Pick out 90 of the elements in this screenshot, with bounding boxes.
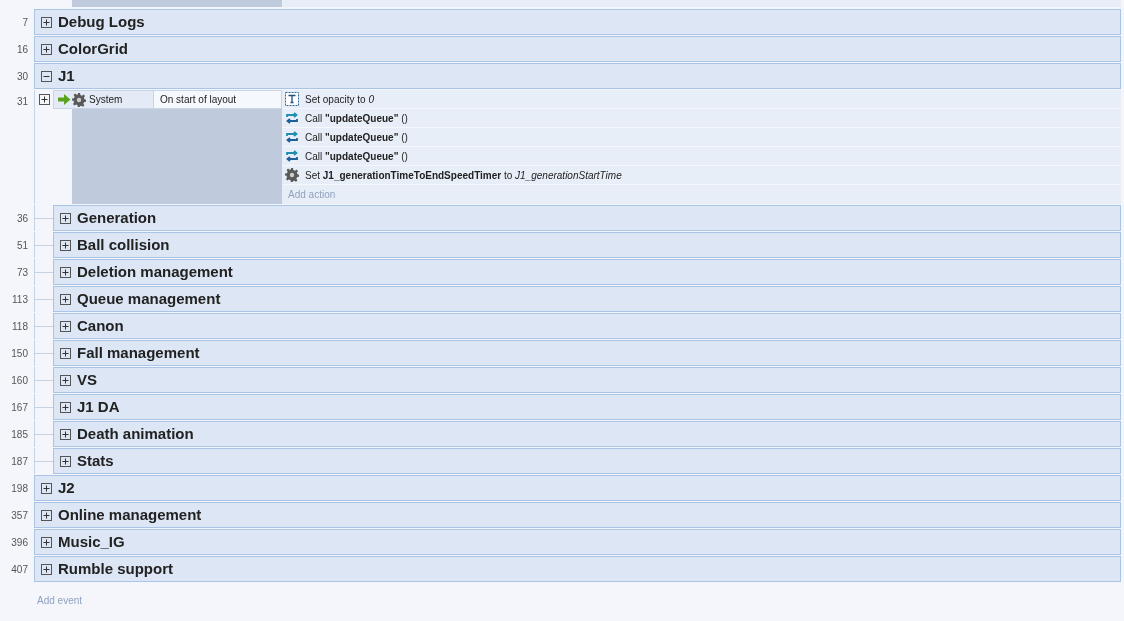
- group-title: Online management: [58, 504, 202, 525]
- expand-icon[interactable]: [41, 43, 52, 55]
- group-header[interactable]: ColorGrid: [34, 36, 1121, 62]
- group-title: J1: [58, 65, 75, 86]
- group-header[interactable]: J2: [34, 475, 1121, 501]
- group-title: Rumble support: [58, 558, 173, 579]
- expand-icon[interactable]: [60, 428, 71, 440]
- expand-icon[interactable]: [60, 455, 71, 467]
- group-title: Death animation: [77, 423, 194, 444]
- expand-icon[interactable]: [60, 293, 71, 305]
- action-row[interactable]: Call "updateQueue" (): [282, 147, 1121, 166]
- group-title: Generation: [77, 207, 157, 228]
- expand-icon[interactable]: [60, 266, 71, 278]
- group-header[interactable]: Deletion management: [53, 259, 1121, 285]
- group-header[interactable]: Generation: [53, 205, 1121, 231]
- group-title: VS: [77, 369, 97, 390]
- action-text: Call "updateQueue" (): [305, 111, 408, 126]
- group-header[interactable]: VS: [53, 367, 1121, 393]
- group-title: Music_IG: [58, 531, 125, 552]
- expand-icon[interactable]: [38, 94, 50, 105]
- group-header[interactable]: Online management: [34, 502, 1121, 528]
- expand-icon[interactable]: [41, 536, 52, 548]
- condition-text: On start of layout: [154, 91, 281, 108]
- group-title: Stats: [77, 450, 114, 471]
- group-header[interactable]: Queue management: [53, 286, 1121, 312]
- line-number: 150: [10, 346, 29, 361]
- line-number: 113: [11, 292, 29, 307]
- expand-icon[interactable]: [60, 212, 71, 224]
- gear-icon: [285, 168, 299, 182]
- line-number: 160: [10, 373, 29, 388]
- group-header[interactable]: Rumble support: [34, 556, 1121, 582]
- group-title: Queue management: [77, 288, 221, 309]
- line-number: 357: [10, 508, 29, 523]
- line-number: 167: [10, 400, 29, 415]
- expand-icon[interactable]: [60, 374, 71, 386]
- action-text: Call "updateQueue" (): [305, 130, 408, 145]
- expand-icon[interactable]: [41, 563, 52, 575]
- arrow-right-icon: [58, 94, 71, 105]
- group-header[interactable]: Death animation: [53, 421, 1121, 447]
- group-header[interactable]: Ball collision: [53, 232, 1121, 258]
- line-number: 51: [15, 238, 29, 253]
- action-row[interactable]: Call "updateQueue" (): [282, 128, 1121, 147]
- group-header[interactable]: Fall management: [53, 340, 1121, 366]
- group-title: Debug Logs: [58, 11, 145, 32]
- group-header[interactable]: Music_IG: [34, 529, 1121, 555]
- expand-icon[interactable]: [41, 16, 52, 28]
- line-number: 36: [15, 211, 29, 226]
- line-number: 185: [10, 427, 29, 442]
- line-number: 31: [15, 95, 29, 109]
- group-title: Deletion management: [77, 261, 233, 282]
- line-number: 118: [11, 319, 29, 334]
- group-header[interactable]: Stats: [53, 448, 1121, 474]
- group-header[interactable]: Canon: [53, 313, 1121, 339]
- expand-icon[interactable]: [41, 509, 52, 521]
- gear-icon: [72, 92, 86, 107]
- expand-icon[interactable]: [60, 320, 71, 332]
- group-header[interactable]: J1: [34, 63, 1121, 89]
- expand-icon[interactable]: [60, 401, 71, 413]
- group-header[interactable]: Debug Logs: [34, 9, 1121, 35]
- line-number: 73: [15, 265, 29, 280]
- action-row[interactable]: Set opacity to 0: [282, 90, 1121, 109]
- group-title: Fall management: [77, 342, 200, 363]
- expand-icon[interactable]: [60, 347, 71, 359]
- action-text: Set opacity to 0: [305, 92, 374, 107]
- line-number: 407: [10, 562, 29, 577]
- action-row[interactable]: Call "updateQueue" (): [282, 109, 1121, 128]
- swap-arrows-icon: [285, 130, 299, 144]
- line-number: 198: [10, 481, 29, 496]
- action-text: Set J1_generationTimeToEndSpeedTimer to J1_generationStartTime: [305, 168, 622, 183]
- group-title: Ball collision: [77, 234, 170, 255]
- action-row[interactable]: Set J1_generationTimeToEndSpeedTimer to J1_generationStartTime: [282, 166, 1121, 185]
- text-object-icon: [285, 92, 299, 106]
- swap-arrows-icon: [285, 149, 299, 163]
- expand-icon[interactable]: [60, 239, 71, 251]
- action-text: Call "updateQueue" (): [305, 149, 408, 164]
- swap-arrows-icon: [285, 111, 299, 125]
- line-number: 396: [10, 535, 29, 550]
- group-title: Canon: [77, 315, 124, 336]
- condition-row[interactable]: System On start of layout: [53, 90, 282, 109]
- expand-icon[interactable]: [41, 482, 52, 494]
- group-header[interactable]: J1 DA: [53, 394, 1121, 420]
- line-number: 7: [21, 15, 29, 30]
- group-title: J2: [58, 477, 75, 498]
- line-number: 30: [15, 69, 29, 84]
- condition-object: System: [89, 93, 123, 107]
- group-title: J1 DA: [77, 396, 120, 417]
- line-number: 187: [10, 454, 29, 469]
- group-title: ColorGrid: [58, 38, 128, 59]
- line-number: 16: [15, 42, 29, 57]
- collapse-icon[interactable]: [41, 70, 52, 82]
